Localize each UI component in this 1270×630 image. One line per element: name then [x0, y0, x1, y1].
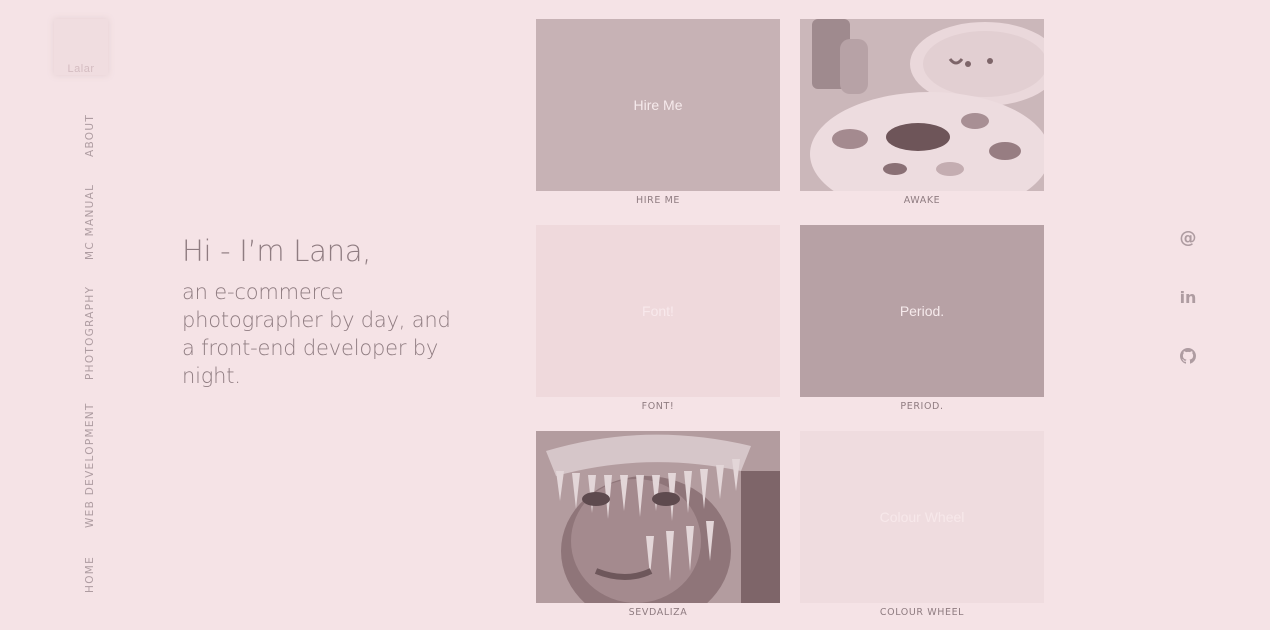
project-tile-period[interactable]: Period. [800, 225, 1044, 397]
awake-photo [800, 19, 1044, 191]
linkedin-icon[interactable]: in [1179, 288, 1197, 307]
nav-item-mc-manual[interactable]: MC MANUAL [84, 184, 96, 260]
intro-tagline: an e-commerce photographer by day, and a… [182, 280, 451, 388]
github-glyph [1180, 348, 1196, 364]
project-caption[interactable]: FONT! [536, 401, 780, 412]
project-overlay-label: Period. [899, 303, 945, 319]
intro-greeting: Hi - I’m Lana, [182, 234, 372, 268]
github-icon[interactable] [1179, 347, 1197, 365]
project-caption[interactable]: SEVDALIZA [536, 607, 780, 618]
logo[interactable]: Lalar [54, 19, 108, 75]
project-overlay-label: Colour Wheel [879, 509, 965, 525]
logo-text: Lalar [67, 63, 95, 75]
project-overlay-label: Font! [642, 303, 674, 319]
project-tile-awake[interactable] [800, 19, 1044, 191]
at-icon[interactable]: @ [1179, 228, 1197, 248]
nav-item-web-development[interactable]: WEB DEVELOPMENT [84, 402, 96, 528]
project-overlay-label: Hire Me [633, 97, 683, 113]
project-caption[interactable]: HIRE ME [536, 195, 780, 206]
sevdaliza-photo [536, 431, 780, 603]
project-tile-sevdaliza[interactable] [536, 431, 780, 603]
project-tile-font[interactable]: Font! [536, 225, 780, 397]
nav-item-photography[interactable]: PHOTOGRAPHY [84, 286, 96, 380]
project-caption[interactable]: PERIOD. [800, 401, 1044, 412]
project-caption[interactable]: COLOUR WHEEL [800, 607, 1044, 618]
project-tile-colour-wheel[interactable]: Colour Wheel [800, 431, 1044, 603]
nav-item-about[interactable]: ABOUT [84, 114, 96, 157]
project-caption[interactable]: AWAKE [800, 195, 1044, 206]
nav-item-home[interactable]: HOME [84, 556, 96, 593]
intro: Hi - I’m Lana, an e-commerce photographe… [182, 232, 462, 390]
project-tile-hire-me[interactable]: Hire Me [536, 19, 780, 191]
